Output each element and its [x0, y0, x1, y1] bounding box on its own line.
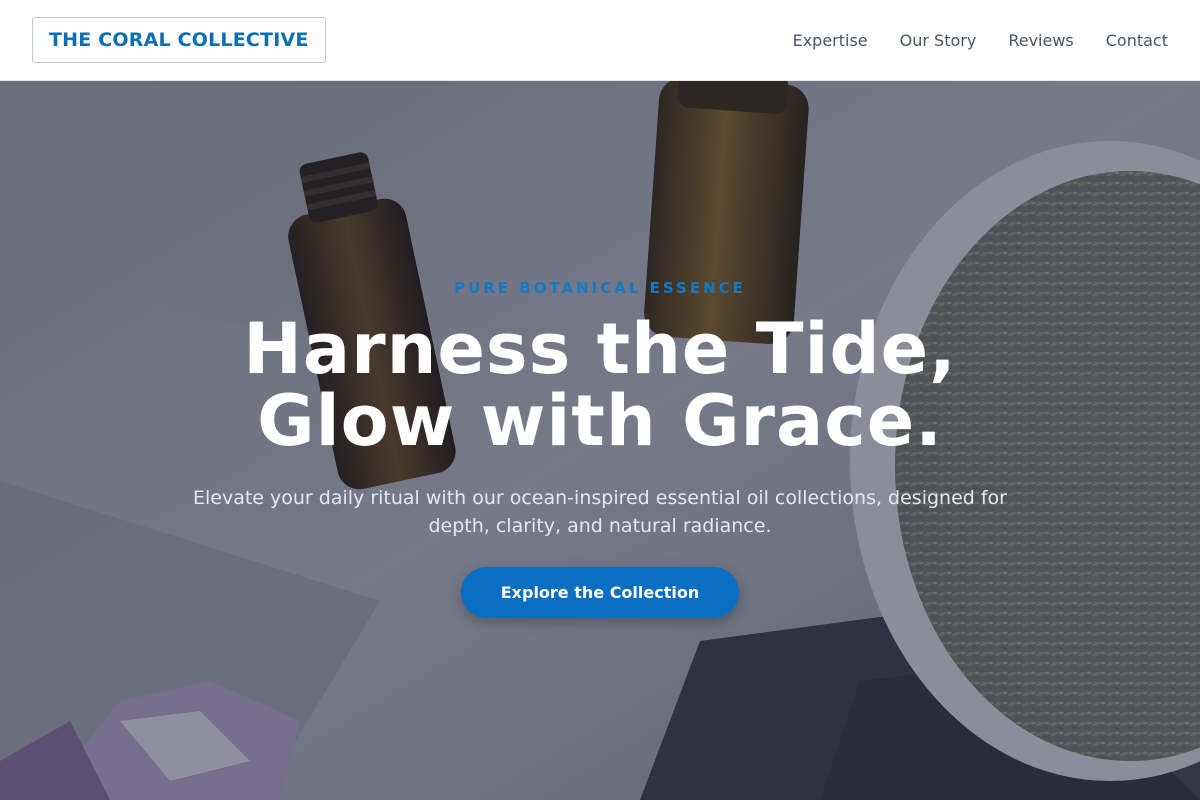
hero-headline: Harness the Tide, Glow with Grace.	[0, 313, 1200, 457]
hero-headline-line-1: Harness the Tide,	[243, 308, 957, 390]
nav-link-expertise[interactable]: Expertise	[793, 31, 868, 50]
hero-section: PURE BOTANICAL ESSENCE Harness the Tide,…	[0, 81, 1200, 800]
nav-link-our-story[interactable]: Our Story	[900, 31, 977, 50]
nav-link-contact[interactable]: Contact	[1106, 31, 1168, 50]
hero-subtext: Elevate your daily ritual with our ocean…	[192, 487, 1007, 537]
explore-collection-button[interactable]: Explore the Collection	[461, 567, 739, 618]
nav-link-reviews[interactable]: Reviews	[1008, 31, 1073, 50]
hero-headline-line-2: Glow with Grace.	[257, 380, 943, 462]
hero-eyebrow: PURE BOTANICAL ESSENCE	[454, 279, 746, 297]
brand-logo[interactable]: THE CORAL COLLECTIVE	[32, 17, 326, 63]
main-nav: Expertise Our Story Reviews Contact	[793, 31, 1168, 50]
site-header: THE CORAL COLLECTIVE Expertise Our Story…	[0, 0, 1200, 81]
